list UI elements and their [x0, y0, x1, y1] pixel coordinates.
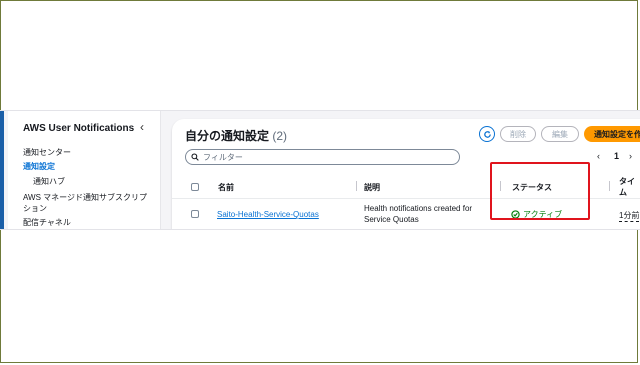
status-highlight-box [490, 162, 590, 220]
filter-field[interactable] [185, 149, 460, 165]
previous-page-icon[interactable]: ‹ [597, 151, 600, 161]
row-description-line2: Service Quotas [364, 215, 419, 224]
column-header-name[interactable]: 名前 [218, 175, 234, 199]
column-divider [356, 181, 357, 191]
next-page-icon[interactable]: › [629, 151, 632, 161]
page-title: 自分の通知設定 (2) [185, 127, 287, 144]
sidebar-item-delivery-channels[interactable]: 配信チャネル [23, 217, 71, 228]
delete-button[interactable]: 削除 [500, 126, 536, 142]
select-all-checkbox[interactable] [191, 183, 199, 191]
page-title-text: 自分の通知設定 [185, 129, 270, 143]
edit-button[interactable]: 編集 [541, 126, 579, 142]
sidebar-item-managed-subscriptions[interactable]: AWS マネージド通知サブスクリプ [23, 192, 147, 203]
row-select-checkbox[interactable] [191, 210, 199, 218]
settings-count: (2) [272, 129, 288, 143]
filter-input[interactable] [203, 152, 443, 162]
refresh-button[interactable] [479, 126, 495, 142]
search-icon [191, 153, 199, 161]
sidebar-item-notification-center[interactable]: 通知センター [23, 147, 71, 158]
create-notification-setting-button[interactable]: 通知設定を作 [584, 126, 640, 142]
sidebar-item-notification-hubs[interactable]: 通知ハブ [33, 176, 65, 187]
column-header-time[interactable]: タイム [619, 175, 640, 199]
sidebar-title: AWS User Notifications [23, 123, 135, 134]
row-time: 1分前 [619, 211, 640, 222]
row-description-line1: Health notifications created for [364, 204, 473, 213]
refresh-icon [483, 130, 491, 138]
sidebar: AWS User Notifications ‹ 通知センター 通知設定 通知ハ… [8, 111, 161, 229]
column-divider [609, 181, 610, 191]
column-header-description[interactable]: 説明 [364, 175, 380, 199]
current-page[interactable]: 1 [614, 151, 619, 161]
sidebar-item-notification-settings[interactable]: 通知設定 [23, 161, 55, 172]
left-accent-bar [0, 111, 4, 229]
collapse-sidebar-icon[interactable]: ‹ [140, 120, 144, 134]
notification-setting-name-link[interactable]: Saito-Health-Service-Quotas [217, 210, 319, 219]
sidebar-item-managed-subscriptions-cont[interactable]: ション [23, 203, 47, 214]
